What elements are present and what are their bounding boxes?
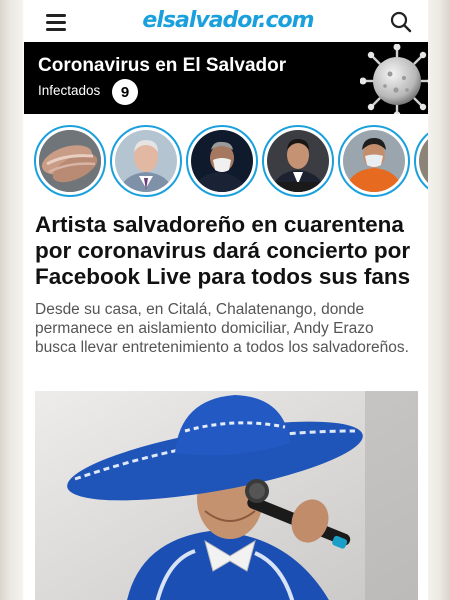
site-logo[interactable]: elsalvador.com [122, 8, 334, 33]
hamburger-menu-icon[interactable] [46, 14, 66, 31]
coronavirus-banner[interactable]: Coronavirus en El Salvador Infectados 9 [24, 42, 428, 114]
infected-count-badge: 9 [112, 79, 138, 105]
story-partial-image [419, 130, 428, 192]
story-man-podium-image [267, 130, 329, 192]
page: elsalvador.com Coronavirus en El Salvado… [24, 0, 428, 600]
stories-carousel[interactable] [24, 114, 428, 210]
story-man-face-mask-image [191, 130, 253, 192]
story-hands-washing-image [39, 130, 101, 192]
search-icon[interactable] [390, 11, 412, 33]
top-bar: elsalvador.com [24, 0, 428, 42]
coronavirus-illustration [360, 44, 428, 114]
story-item[interactable] [338, 125, 410, 197]
article-headline[interactable]: Artista salvadoreño en cuarentena por co… [35, 212, 419, 290]
story-item[interactable] [110, 125, 182, 197]
story-man-gray-hair-image [115, 130, 177, 192]
article-image-mariachi-singer[interactable] [35, 391, 418, 600]
story-item[interactable] [34, 125, 106, 197]
infected-label: Infectados [38, 83, 101, 98]
story-item[interactable] [414, 125, 428, 197]
article-summary: Desde su casa, en Citalá, Chalatenango, … [35, 301, 409, 356]
banner-title: Coronavirus en El Salvador [38, 55, 287, 76]
story-man-orange-jacket-image [343, 130, 405, 192]
story-item[interactable] [262, 125, 334, 197]
story-item[interactable] [186, 125, 258, 197]
